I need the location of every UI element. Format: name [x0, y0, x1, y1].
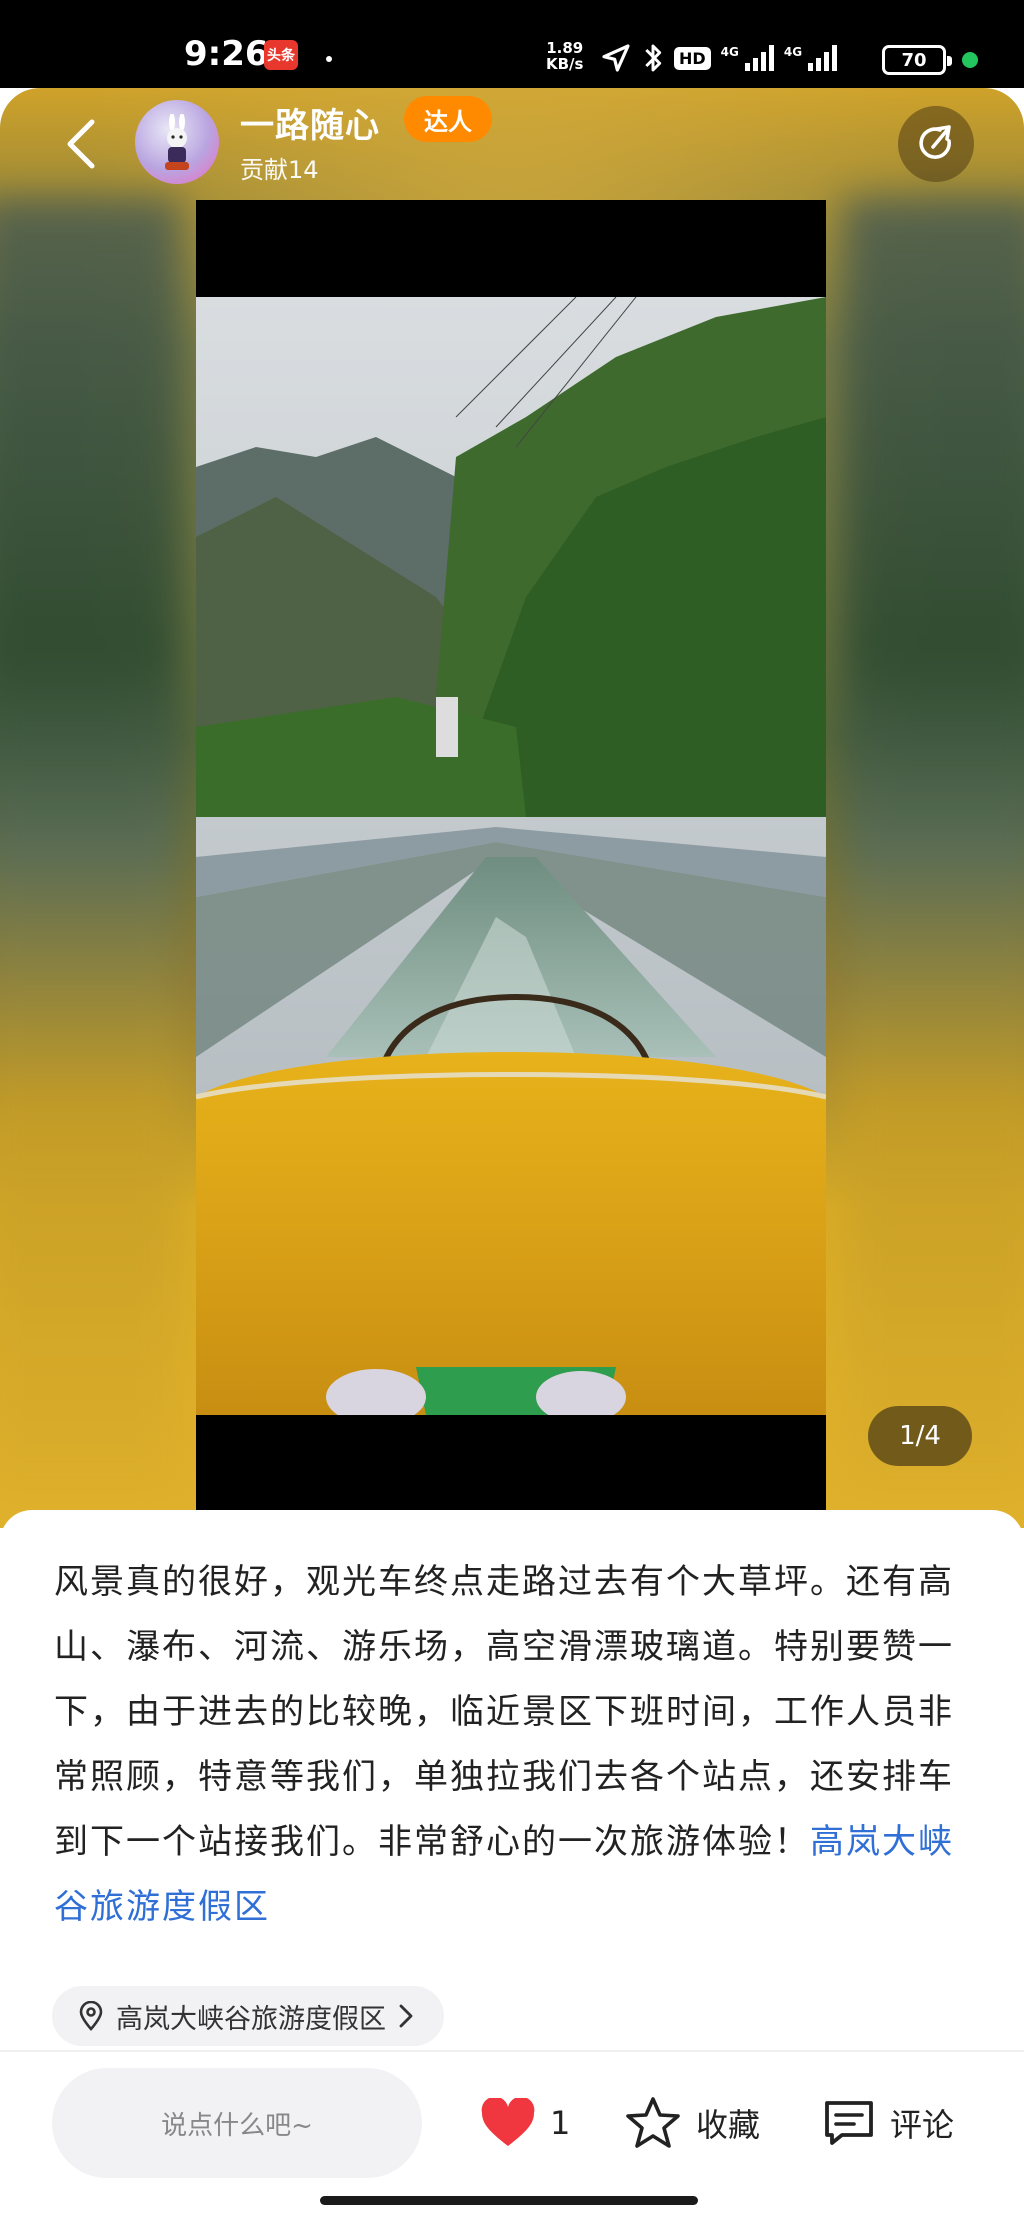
divider [0, 2050, 1024, 2052]
favorite-button[interactable]: 收藏 [624, 2095, 760, 2151]
comment-icon [825, 2101, 873, 2145]
signal-icon: 4G [721, 45, 774, 71]
comment-label: 评论 [890, 2106, 955, 2144]
location-chip[interactable]: 高岚大峡谷旅游度假区 [52, 1986, 444, 2046]
gallery-photo[interactable] [196, 297, 826, 1415]
favorite-label: 收藏 [696, 2106, 761, 2144]
comment-input[interactable]: 说点什么吧~ [52, 2068, 422, 2178]
toutiao-app-icon: 头条 [264, 40, 298, 70]
bluetooth-icon [645, 44, 662, 72]
share-button[interactable] [898, 106, 974, 182]
avatar[interactable] [135, 100, 219, 184]
status-bar: 9:26 头条 1.89 KB/s HD 4G 4G 70 [0, 0, 1024, 88]
author-name[interactable]: 一路随心 [240, 98, 380, 147]
signal-2-label: 4G [783, 45, 803, 59]
avatar-rabbit-figure [165, 114, 189, 170]
battery-level: 70 [901, 49, 927, 71]
blurred-background-right [844, 198, 1024, 1498]
network-speed: 1.89 KB/s [546, 40, 583, 72]
like-count: 1 [550, 2104, 571, 2142]
photo-frame [196, 200, 826, 1512]
signal-icon-2: 4G [783, 45, 838, 71]
page-indicator: 1/4 [868, 1406, 972, 1466]
home-indicator[interactable] [320, 2196, 698, 2205]
hd-voice-badge: HD [674, 46, 711, 70]
network-speed-value: 1.89 [546, 39, 584, 57]
share-icon [919, 125, 951, 159]
photo-viewer[interactable]: 一路随心 达人 贡献14 1/4 [0, 88, 1024, 1528]
battery-icon: 70 [882, 45, 952, 75]
star-icon [626, 2097, 680, 2148]
blurred-background-left [0, 198, 180, 1498]
contribution-count: 贡献14 [240, 156, 319, 184]
chevron-right-icon [399, 2004, 413, 2028]
network-speed-unit: KB/s [546, 55, 584, 73]
status-time: 9:26 [184, 34, 269, 74]
post-text: 风景真的很好，观光车终点走路过去有个大草坪。还有高山、瀑布、河流、游乐场，高空滑… [54, 1550, 954, 1940]
location-name: 高岚大峡谷旅游度假区 [116, 2003, 386, 2035]
location-pin-icon [79, 2001, 103, 2031]
like-button[interactable]: 1 [480, 2095, 570, 2151]
back-icon[interactable] [56, 114, 106, 174]
expert-badge: 达人 [404, 96, 492, 142]
status-icons: HD 4G 4G [600, 38, 838, 78]
post-body: 风景真的很好，观光车终点走路过去有个大草坪。还有高山、瀑布、河流、游乐场，高空滑… [54, 1562, 954, 1862]
comment-button[interactable]: 评论 [822, 2095, 954, 2151]
content-sheet: 风景真的很好，观光车终点走路过去有个大草坪。还有高山、瀑布、河流、游乐场，高空滑… [0, 1510, 1024, 2219]
signal-1-label: 4G [720, 45, 739, 59]
privacy-indicator-dot [962, 52, 978, 68]
notification-dot [326, 56, 332, 62]
location-arrow-icon [602, 44, 630, 72]
heart-icon [481, 2098, 535, 2146]
